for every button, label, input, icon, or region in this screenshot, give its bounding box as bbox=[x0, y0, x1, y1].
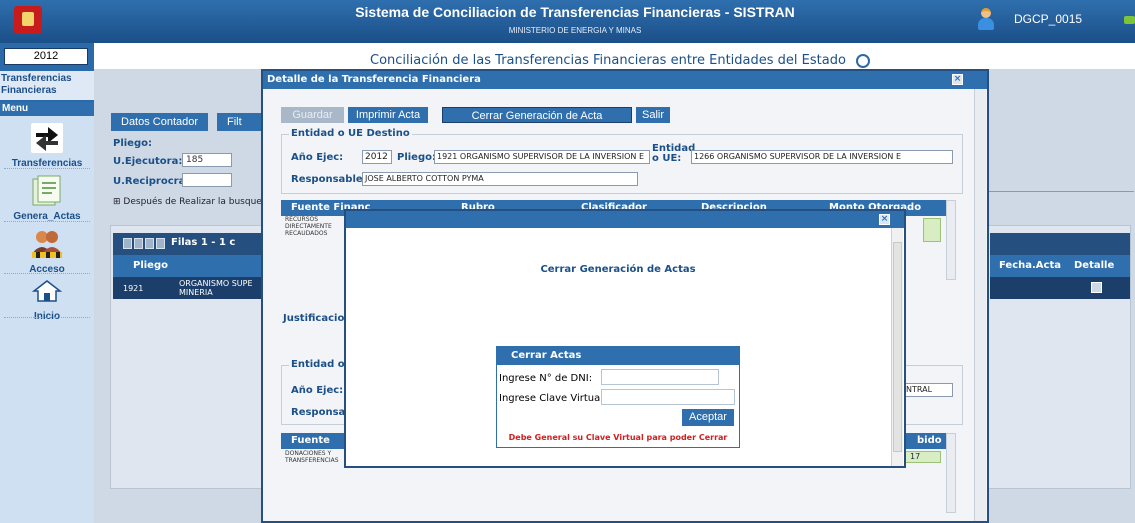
column-fecha-acta: Fecha.Acta bbox=[999, 260, 1061, 271]
destino-legend: Entidad o UE Destino bbox=[289, 128, 412, 139]
table-row[interactable] bbox=[990, 277, 1130, 299]
app-subtitle: MINISTERIO DE ENERGIA Y MINAS bbox=[508, 26, 642, 35]
last-page-icon[interactable] bbox=[156, 238, 165, 249]
first-page-icon[interactable] bbox=[123, 238, 132, 249]
modal-titlebar: × bbox=[346, 211, 904, 228]
anio-ejec-label: Año Ejec: bbox=[291, 152, 344, 163]
help-icon[interactable] bbox=[856, 53, 871, 68]
search-note-text: Después de Realizar la busque bbox=[123, 197, 262, 207]
col-recibido: bido bbox=[917, 435, 942, 446]
grid-pager: Filas 1 - 1 c bbox=[113, 233, 263, 255]
imprimir-acta-button[interactable]: Imprimir Acta bbox=[348, 107, 428, 123]
form-title: Cerrar Actas bbox=[497, 347, 739, 365]
entidad-field[interactable]: 1266 ORGANISMO SUPERVISOR DE LA INVERSIO… bbox=[691, 150, 953, 164]
grid-pager-right bbox=[990, 233, 1130, 255]
sidebar-item-acceso[interactable]: Acceso bbox=[0, 228, 94, 275]
reciprocra-label: U.Reciprocra: bbox=[113, 176, 190, 187]
year-selector[interactable]: 2012 bbox=[4, 48, 88, 65]
col-fuente-2: Fuente bbox=[291, 435, 330, 446]
origen-entidad-field[interactable]: NTRAL bbox=[903, 383, 953, 397]
reciprocra-field[interactable] bbox=[182, 173, 232, 187]
rows-count: Filas 1 - 1 c bbox=[171, 237, 236, 248]
top-header: Sistema de Conciliacion de Transferencia… bbox=[0, 0, 1135, 43]
table1-cell-fuente: RECURSOS DIRECTAMENTE RECAUDADOS bbox=[285, 216, 332, 237]
responsable-field[interactable]: JOSE ALBERTO COTTON PYMA bbox=[362, 172, 638, 186]
origen-anio-label: Año Ejec: bbox=[291, 385, 344, 396]
row-pliego: 1921 bbox=[123, 284, 144, 293]
username: DGCP_0015 bbox=[1014, 12, 1083, 26]
tab-datos-contador[interactable]: Datos Contador bbox=[111, 113, 209, 131]
responsable-label: Responsable: bbox=[291, 174, 367, 185]
transfer-icon bbox=[30, 122, 64, 154]
detail-icon[interactable] bbox=[1091, 282, 1102, 293]
close-icon[interactable]: × bbox=[952, 74, 963, 85]
entidad-label: Entidad o UE: bbox=[652, 143, 696, 164]
column-pliego: Pliego bbox=[133, 260, 168, 271]
clave-input[interactable] bbox=[601, 389, 735, 405]
cerrar-heading: Cerrar Generación de Actas bbox=[540, 264, 696, 275]
table2-scrollbar[interactable] bbox=[946, 433, 956, 513]
guardar-button[interactable]: Guardar bbox=[281, 107, 344, 123]
row-name: ORGANISMO SUPE MINERIA bbox=[179, 279, 253, 297]
sidebar-divider bbox=[4, 221, 90, 222]
error-message: Debe General su Clave Virtual para poder… bbox=[508, 433, 728, 442]
justificacion-label: Justificacion bbox=[283, 313, 352, 324]
ejecutora-field[interactable]: 185 bbox=[182, 153, 232, 167]
close-icon[interactable]: × bbox=[879, 214, 890, 225]
sidebar-divider bbox=[4, 273, 90, 274]
page-title: Conciliación de las Transferencias Finan… bbox=[370, 53, 871, 68]
clave-label: Ingrese Clave Virtual: bbox=[499, 393, 607, 404]
sidebar-menu-label: Menu bbox=[0, 102, 94, 116]
ejecutora-label: U.Ejecutora: bbox=[113, 156, 183, 167]
users-icon bbox=[30, 228, 64, 260]
pliego-label: Pliego: bbox=[113, 138, 152, 149]
table-row[interactable]: 1921 ORGANISMO SUPE MINERIA bbox=[113, 277, 263, 299]
modal-title-text: Detalle de la Transferencia Financiera bbox=[267, 74, 481, 85]
pliego-label: Pliego: bbox=[397, 152, 436, 163]
next-page-icon[interactable] bbox=[145, 238, 154, 249]
pliego-field[interactable]: 1921 ORGANISMO SUPERVISOR DE LA INVERSIO… bbox=[434, 150, 650, 164]
modal-scrollbar[interactable] bbox=[974, 89, 986, 521]
user-icon bbox=[978, 8, 994, 30]
prev-page-icon[interactable] bbox=[134, 238, 143, 249]
table1-scrollbar[interactable] bbox=[946, 200, 956, 280]
exit-icon[interactable] bbox=[1124, 16, 1135, 24]
search-note: ⊞ Después de Realizar la busque bbox=[113, 197, 262, 207]
home-icon bbox=[30, 279, 64, 311]
grid-header-right: Fecha.Acta Detalle bbox=[990, 255, 1130, 277]
modal-title: Detalle de la Transferencia Financiera × bbox=[263, 71, 987, 89]
document-icon bbox=[30, 175, 64, 207]
coat-of-arms-logo bbox=[14, 6, 42, 34]
dni-label: Ingrese N° de DNI: bbox=[499, 373, 593, 384]
dni-input[interactable] bbox=[601, 369, 719, 385]
sidebar-item-inicio[interactable]: Inicio bbox=[0, 279, 94, 322]
cerrar-actas-form: Cerrar Actas Ingrese N° de DNI: Ingrese … bbox=[496, 346, 740, 448]
anio-ejec-field[interactable]: 2012 bbox=[362, 150, 392, 164]
page-title-text: Conciliación de las Transferencias Finan… bbox=[370, 53, 846, 68]
sidebar-item-genera-actas[interactable]: Genera_Actas bbox=[0, 175, 94, 222]
aceptar-button[interactable]: Aceptar bbox=[682, 409, 734, 426]
monto-cell bbox=[923, 218, 941, 242]
sidebar-section-title: Transferencias Financieras bbox=[0, 71, 94, 100]
sidebar-divider bbox=[4, 317, 90, 318]
grid-header: Pliego bbox=[113, 255, 263, 277]
recibido-cell: 17 bbox=[905, 451, 941, 463]
column-detalle: Detalle bbox=[1074, 260, 1115, 271]
modal-scrollbar[interactable] bbox=[891, 228, 903, 466]
cerrar-generacion-button[interactable]: Cerrar Generación de Acta bbox=[442, 107, 632, 123]
salir-button[interactable]: Salir bbox=[636, 107, 670, 123]
sidebar-divider bbox=[4, 168, 90, 169]
app-title: Sistema de Conciliacion de Transferencia… bbox=[355, 4, 795, 20]
tab-filtros[interactable]: Filt bbox=[217, 113, 267, 131]
sidebar-item-transferencias[interactable]: Transferencias bbox=[0, 122, 94, 169]
